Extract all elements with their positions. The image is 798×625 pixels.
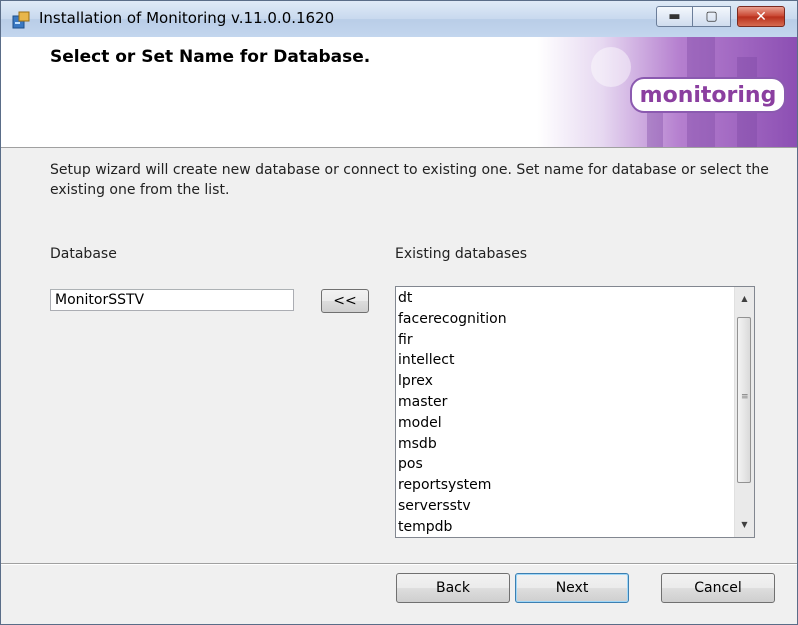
close-icon: ✕ bbox=[755, 8, 767, 25]
wizard-banner: Select or Set Name for Database. monitor… bbox=[1, 37, 797, 148]
scroll-up-icon[interactable]: ▲ bbox=[735, 290, 754, 307]
maximize-button[interactable]: ▢ bbox=[693, 6, 731, 27]
installer-window: Installation of Monitoring v.11.0.0.1620… bbox=[0, 0, 798, 625]
database-name-input[interactable] bbox=[50, 289, 294, 311]
list-item[interactable]: tempdb bbox=[398, 517, 507, 537]
list-item[interactable]: fir bbox=[398, 330, 507, 351]
scroll-thumb[interactable]: ≡ bbox=[737, 317, 751, 483]
list-item[interactable]: dt bbox=[398, 288, 507, 309]
close-button[interactable]: ✕ bbox=[737, 6, 785, 27]
next-button[interactable]: Next bbox=[515, 573, 629, 603]
scroll-down-icon[interactable]: ▼ bbox=[735, 516, 754, 533]
installer-icon bbox=[12, 11, 30, 29]
cancel-button[interactable]: Cancel bbox=[661, 573, 775, 603]
page-title: Select or Set Name for Database. bbox=[50, 47, 371, 67]
list-item[interactable]: pos bbox=[398, 454, 507, 475]
select-database-button[interactable]: << bbox=[321, 289, 369, 313]
list-item[interactable]: lprex bbox=[398, 371, 507, 392]
monitoring-logo: monitoring bbox=[630, 77, 786, 113]
list-scrollbar[interactable]: ▲ ≡ ▼ bbox=[734, 287, 754, 537]
footer-divider bbox=[1, 563, 797, 565]
list-item[interactable]: facerecognition bbox=[398, 309, 507, 330]
description-text: Setup wizard will create new database or… bbox=[50, 162, 769, 198]
store-icon bbox=[591, 47, 631, 87]
list-item[interactable]: model bbox=[398, 413, 507, 434]
list-item[interactable]: msdb bbox=[398, 434, 507, 455]
wizard-content: Setup wizard will create new database or… bbox=[1, 148, 797, 624]
list-item[interactable]: intellect bbox=[398, 350, 507, 371]
minimize-button[interactable]: ▬ bbox=[656, 6, 693, 27]
database-label: Database bbox=[50, 246, 117, 262]
minimize-icon: ▬ bbox=[668, 9, 681, 24]
database-items: dt facerecognition fir intellect lprex master… bbox=[398, 288, 507, 537]
window-title: Installation of Monitoring v.11.0.0.1620 bbox=[39, 9, 335, 27]
maximize-icon: ▢ bbox=[705, 9, 718, 24]
list-item[interactable]: reportsystem bbox=[398, 475, 507, 496]
back-button[interactable]: Back bbox=[396, 573, 510, 603]
existing-databases-label: Existing databases bbox=[395, 246, 528, 262]
existing-databases-list[interactable]: dt facerecognition fir intellect lprex master… bbox=[395, 286, 755, 538]
title-bar[interactable]: Installation of Monitoring v.11.0.0.1620… bbox=[1, 1, 797, 37]
scroll-grip-icon: ≡ bbox=[741, 392, 749, 402]
list-item[interactable]: serversstv bbox=[398, 496, 507, 517]
list-item[interactable]: master bbox=[398, 392, 507, 413]
